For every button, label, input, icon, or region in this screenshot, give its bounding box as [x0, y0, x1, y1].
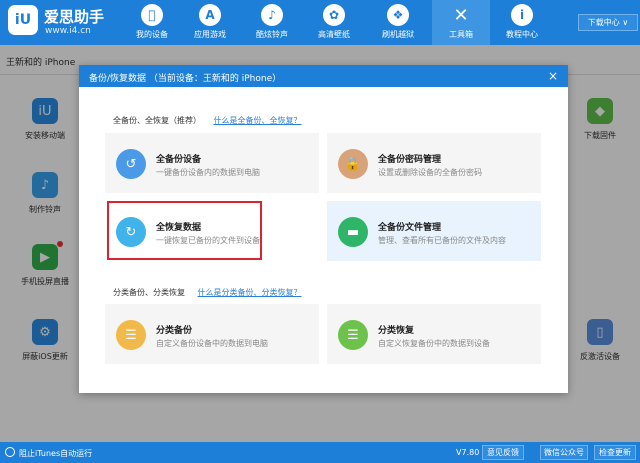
- card-title: 分类备份: [156, 326, 193, 336]
- flower-icon: ✿: [323, 4, 345, 26]
- info-icon: i: [511, 4, 533, 26]
- category-backup-icon: ☰: [116, 320, 146, 350]
- nav-wallpapers[interactable]: ✿ 高清壁纸: [308, 0, 360, 45]
- card-desc: 一键备份设备内的数据到电脑: [156, 168, 260, 177]
- lock-icon: 🔒: [338, 149, 368, 179]
- section-heading: 全备份、全恢复（推荐）: [113, 116, 201, 125]
- backup-clock-icon: ↺: [116, 149, 146, 179]
- nav-label: 我的设备: [136, 30, 168, 39]
- backup-restore-dialog: 备份/恢复数据 （当前设备：王新和的 iPhone） × 全备份、全恢复（推荐）…: [79, 65, 568, 393]
- dropbox-icon: ❖: [387, 4, 409, 26]
- full-backup-password-card[interactable]: 🔒 全备份密码管理 设置或删除设备的全备份密码: [327, 133, 541, 193]
- feedback-button[interactable]: 意见反馈: [482, 445, 524, 460]
- download-center-button[interactable]: 下载中心 ∨: [578, 14, 638, 31]
- dialog-header: 备份/恢复数据 （当前设备：王新和的 iPhone） ×: [79, 65, 568, 87]
- category-restore-icon: ☰: [338, 320, 368, 350]
- apple-icon: : [141, 4, 163, 26]
- nav-apps-games[interactable]: A 应用游戏: [184, 0, 236, 45]
- nav-toolbox[interactable]: ✕ 工具箱: [432, 0, 490, 45]
- nav-label: 教程中心: [506, 30, 538, 39]
- brand-name: 爱思助手: [44, 8, 105, 26]
- nav-label: 刷机越狱: [382, 30, 414, 39]
- close-icon[interactable]: ×: [545, 68, 561, 84]
- category-help-link[interactable]: 什么是分类备份、分类恢复？: [198, 288, 302, 297]
- card-desc: 管理、查看所有已备份的文件及内容: [378, 236, 506, 245]
- itunes-block-toggle[interactable]: [5, 447, 15, 457]
- nav-my-device[interactable]:  我的设备: [126, 0, 178, 45]
- category-section-title: 分类备份、分类恢复 什么是分类备份、分类恢复？: [113, 287, 302, 298]
- category-backup-card[interactable]: ☰ 分类备份 自定义备份设备中的数据到电脑: [105, 304, 319, 364]
- nav-label: 工具箱: [449, 30, 473, 39]
- nav-ringtones[interactable]: ♪ 酷炫铃声: [246, 0, 298, 45]
- nav-tutorials[interactable]: i 教程中心: [496, 0, 548, 45]
- app-store-icon: A: [199, 4, 221, 26]
- tools-icon: ✕: [453, 4, 469, 26]
- full-restore-data-card[interactable]: ↻ 全恢复数据 一键恢复已备份的文件到设备: [105, 201, 319, 261]
- brand-url: www.i4.cn: [45, 26, 91, 36]
- card-title: 分类恢复: [378, 326, 415, 336]
- full-backup-section-title: 全备份、全恢复（推荐） 什么是全备份、全恢复？: [113, 115, 302, 126]
- card-title: 全备份密码管理: [378, 155, 442, 165]
- card-title: 全备份设备: [156, 155, 202, 165]
- card-desc: 自定义恢复备份中的数据到设备: [378, 339, 490, 348]
- card-title: 全备份文件管理: [378, 223, 442, 233]
- card-title: 全恢复数据: [156, 223, 202, 233]
- full-backup-device-card[interactable]: ↺ 全备份设备 一键备份设备内的数据到电脑: [105, 133, 319, 193]
- dialog-title: 备份/恢复数据 （当前设备：王新和的 iPhone）: [89, 74, 282, 84]
- version-label: V7.80: [456, 448, 480, 457]
- restore-clock-icon: ↻: [116, 217, 146, 247]
- card-desc: 设置或删除设备的全备份密码: [378, 168, 482, 177]
- nav-flash-jailbreak[interactable]: ❖ 刷机越狱: [372, 0, 424, 45]
- section-heading: 分类备份、分类恢复: [113, 288, 185, 297]
- nav-label: 酷炫铃声: [256, 30, 288, 39]
- full-backup-help-link[interactable]: 什么是全备份、全恢复？: [214, 116, 302, 125]
- folder-icon: ▬: [338, 217, 368, 247]
- wechat-button[interactable]: 微信公众号: [540, 445, 588, 460]
- status-bar: 阻止iTunes自动运行 V7.80 意见反馈 微信公众号 检查更新: [0, 442, 640, 463]
- top-bar: iU 爱思助手 www.i4.cn  我的设备 A 应用游戏 ♪ 酷炫铃声 ✿…: [0, 0, 640, 45]
- itunes-block-label: 阻止iTunes自动运行: [19, 449, 93, 458]
- card-desc: 自定义备份设备中的数据到电脑: [156, 339, 268, 348]
- bell-icon: ♪: [261, 4, 283, 26]
- nav-label: 高清壁纸: [318, 30, 350, 39]
- category-restore-card[interactable]: ☰ 分类恢复 自定义恢复备份中的数据到设备: [327, 304, 541, 364]
- check-update-button[interactable]: 检查更新: [594, 445, 636, 460]
- full-backup-file-manager-card[interactable]: ▬ 全备份文件管理 管理、查看所有已备份的文件及内容: [327, 201, 541, 261]
- card-desc: 一键恢复已备份的文件到设备: [156, 236, 260, 245]
- i4-logo-icon: iU: [8, 5, 38, 35]
- nav-label: 应用游戏: [194, 30, 226, 39]
